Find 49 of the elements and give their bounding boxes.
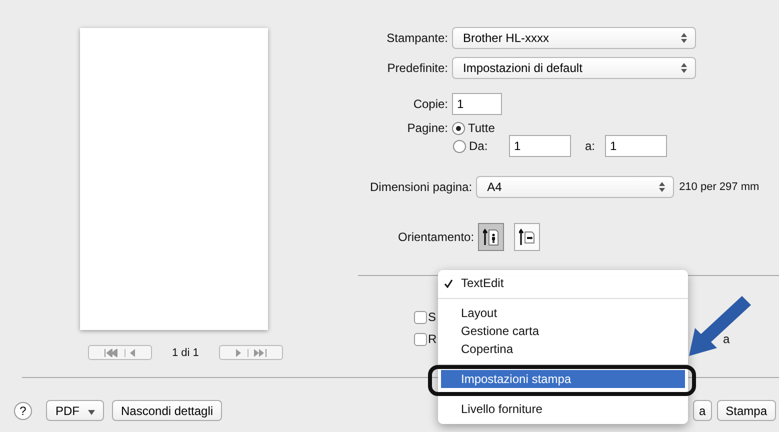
checkbox[interactable] bbox=[414, 310, 427, 324]
checkbox-label: S bbox=[428, 310, 437, 324]
checkbox[interactable] bbox=[414, 332, 427, 346]
menu-item[interactable]: Copertina bbox=[438, 340, 688, 358]
menu-item[interactable]: TextEdit bbox=[438, 274, 688, 292]
next-last-icon bbox=[234, 348, 268, 356]
radio-label: Da: bbox=[469, 139, 489, 153]
portrait-person-icon bbox=[483, 228, 500, 246]
print-button[interactable]: Stampa bbox=[716, 400, 776, 421]
orientation-label: Orientamento: bbox=[398, 230, 474, 244]
pdf-menu-button[interactable]: PDF bbox=[46, 400, 104, 421]
paper-size-label: Dimensioni pagina: bbox=[370, 180, 472, 194]
to-page-field[interactable]: 1 bbox=[605, 135, 668, 157]
cancel-button[interactable]: a bbox=[692, 400, 712, 421]
menu-item[interactable]: Gestione carta bbox=[438, 322, 688, 340]
page-indicator: 1 di 1 bbox=[172, 346, 199, 358]
updown-icon bbox=[681, 63, 687, 73]
pointer-arrow-icon bbox=[689, 296, 751, 356]
checkbox-label: a bbox=[723, 332, 730, 346]
radio-label: Tutte bbox=[468, 121, 495, 135]
printer-select[interactable]: Brother HL-xxxx bbox=[452, 27, 696, 49]
copies-label: Copie: bbox=[412, 97, 448, 111]
from-page-field[interactable]: 1 bbox=[509, 135, 571, 157]
printer-label: Stampante: bbox=[386, 31, 448, 45]
paper-size-note: 210 per 297 mm bbox=[679, 181, 760, 193]
presets-label: Predefinite: bbox=[386, 61, 448, 75]
radio-button[interactable] bbox=[453, 140, 466, 152]
next-page-button[interactable] bbox=[218, 345, 283, 360]
presets-select[interactable]: Impostazioni di default bbox=[452, 57, 696, 79]
landscape-button[interactable] bbox=[514, 223, 540, 251]
portrait-button[interactable] bbox=[478, 223, 504, 251]
previous-page-button[interactable] bbox=[88, 345, 152, 360]
landscape-person-icon bbox=[519, 228, 536, 246]
checkbox-label: R bbox=[428, 332, 437, 346]
pages-label: Pagine: bbox=[406, 121, 448, 135]
dropdown-icon bbox=[88, 410, 94, 414]
help-button[interactable]: ? bbox=[14, 402, 32, 420]
first-previous-icon bbox=[103, 348, 137, 356]
hide-details-button[interactable]: Nascondi dettagli bbox=[112, 400, 222, 421]
paper-size-select[interactable]: A4 bbox=[476, 176, 674, 198]
menu-item[interactable]: Layout bbox=[438, 304, 688, 322]
updown-icon bbox=[681, 33, 687, 43]
radio-button[interactable] bbox=[452, 122, 465, 134]
menu-item[interactable]: Livello forniture bbox=[438, 400, 688, 418]
menu-item[interactable]: Impostazioni stampa bbox=[441, 370, 685, 388]
to-label: a: bbox=[585, 139, 596, 153]
checkmark-icon bbox=[444, 278, 453, 288]
updown-icon bbox=[659, 182, 666, 192]
copies-field[interactable]: 1 bbox=[452, 93, 502, 115]
